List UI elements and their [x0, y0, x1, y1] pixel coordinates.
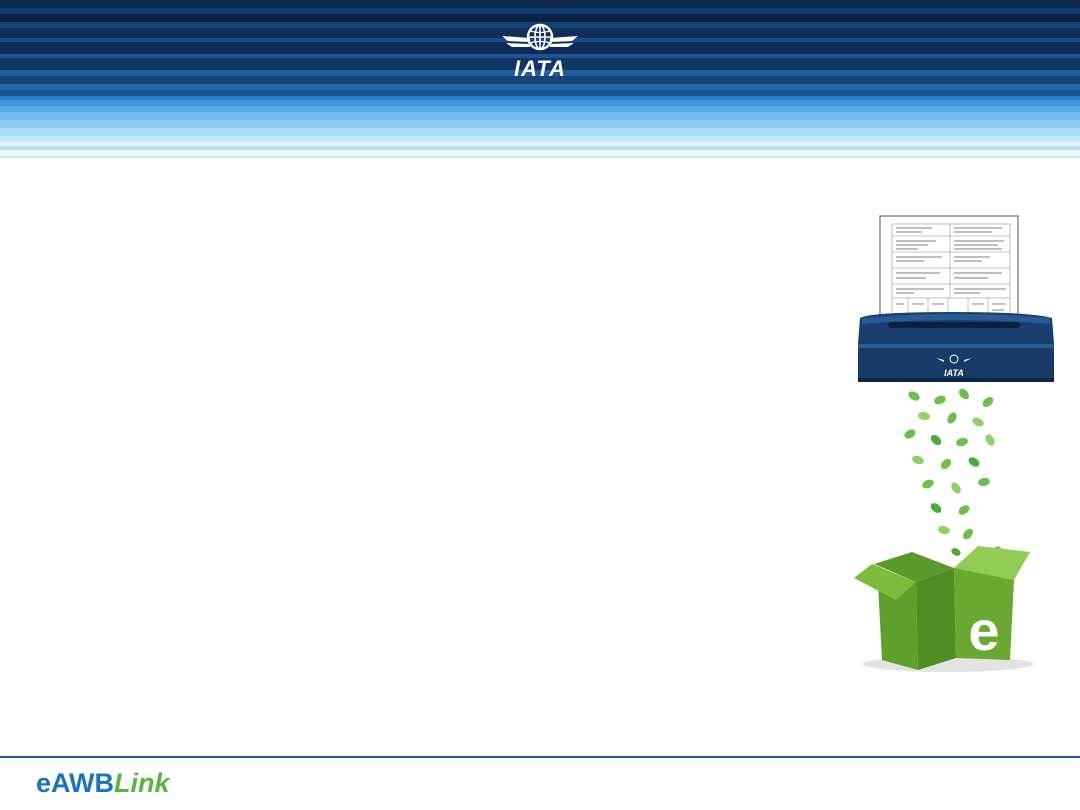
iata-logo: IATA: [500, 22, 580, 81]
header-banner: IATA: [0, 0, 1080, 162]
logo-text: IATA: [513, 56, 567, 81]
brand-main: eAWB: [36, 768, 115, 798]
green-e-box: [854, 546, 1034, 672]
eawb-illustration: IATA e: [852, 212, 1056, 682]
shredder-label: IATA: [944, 368, 964, 378]
green-leaves: [904, 388, 995, 556]
footer-divider: [0, 756, 1080, 758]
eawblink-brand: eAWBLink: [36, 768, 170, 799]
box-letter-e: e: [968, 599, 999, 662]
globe-wings-icon: [502, 23, 578, 51]
brand-suffix: Link: [114, 768, 170, 798]
